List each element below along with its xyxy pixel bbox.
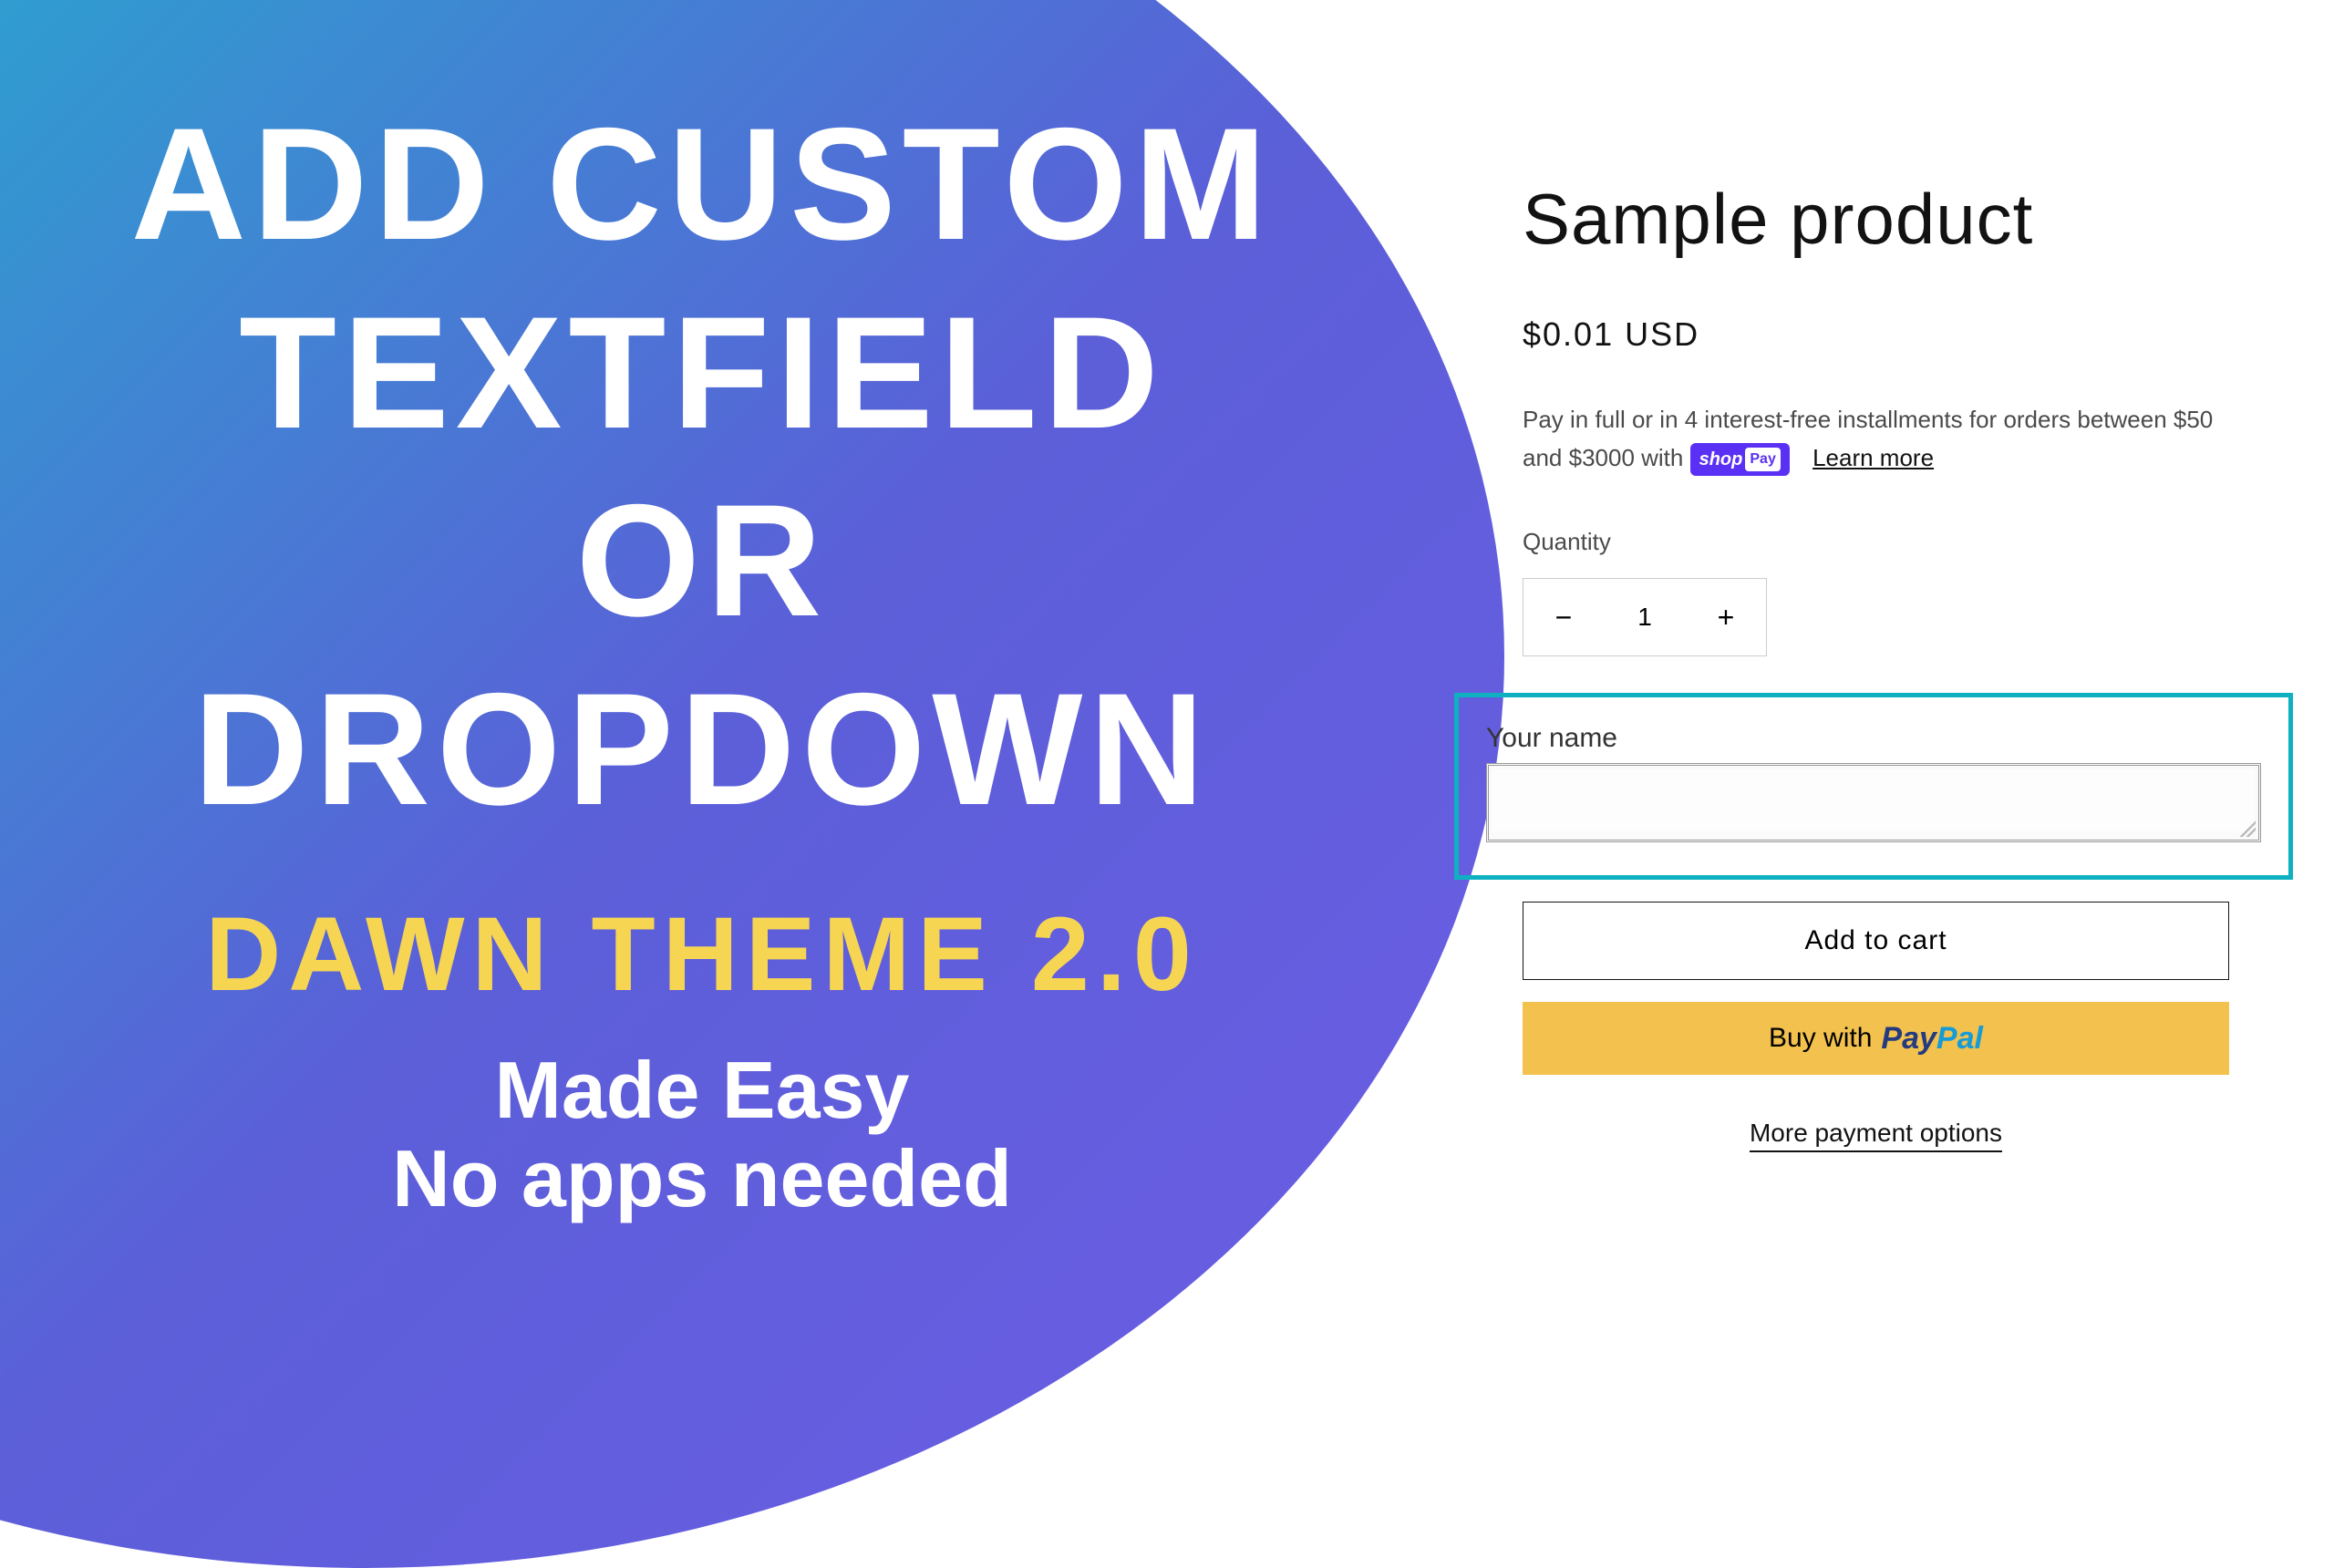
product-price: $0.01 USD bbox=[1523, 315, 2252, 354]
your-name-input[interactable] bbox=[1492, 769, 2255, 831]
plus-icon: + bbox=[1718, 601, 1735, 634]
custom-field-highlight: Your name bbox=[1454, 693, 2293, 880]
quantity-label: Quantity bbox=[1523, 528, 2252, 556]
quantity-stepper: − 1 + bbox=[1523, 578, 1767, 656]
paypal-logo: PayPal bbox=[1881, 1021, 1983, 1057]
promo-subhead-theme: DAWN THEME 2.0 bbox=[100, 894, 1304, 1015]
headline-line: DROPDOWN bbox=[100, 656, 1304, 845]
subhead-line: No apps needed bbox=[100, 1135, 1304, 1223]
minus-icon: − bbox=[1555, 601, 1573, 634]
product-title: Sample product bbox=[1523, 178, 2252, 261]
headline-line: ADD CUSTOM bbox=[100, 91, 1304, 280]
quantity-increase-button[interactable]: + bbox=[1686, 579, 1766, 655]
headline-line: OR bbox=[100, 468, 1304, 656]
headline-line: TEXTFIELD bbox=[100, 280, 1304, 469]
shop-pay-pay: Pay bbox=[1745, 448, 1780, 471]
shop-pay-badge: shop Pay bbox=[1690, 443, 1790, 476]
add-to-cart-button[interactable]: Add to cart bbox=[1523, 902, 2229, 980]
promo-headline: ADD CUSTOM TEXTFIELD OR DROPDOWN bbox=[100, 91, 1304, 844]
custom-field-label: Your name bbox=[1486, 723, 2261, 754]
more-payment-options-wrap: More payment options bbox=[1523, 1119, 2229, 1148]
buy-with-paypal-button[interactable]: Buy with PayPal bbox=[1523, 1002, 2229, 1075]
subhead-line: Made Easy bbox=[100, 1047, 1304, 1135]
more-payment-options-link[interactable]: More payment options bbox=[1750, 1119, 2002, 1152]
promo-subhead-easy: Made Easy No apps needed bbox=[100, 1047, 1304, 1223]
buy-with-text: Buy with bbox=[1769, 1023, 1872, 1054]
promo-content: ADD CUSTOM TEXTFIELD OR DROPDOWN DAWN TH… bbox=[100, 91, 1304, 1223]
product-panel: Sample product $0.01 USD Pay in full or … bbox=[1523, 178, 2252, 1148]
textarea-wrapper bbox=[1486, 763, 2261, 842]
shop-pay-shop: shop bbox=[1699, 445, 1743, 474]
paypal-pay-text: Pay bbox=[1881, 1021, 1936, 1056]
quantity-value[interactable]: 1 bbox=[1604, 603, 1686, 632]
installments-text: Pay in full or in 4 interest-free instal… bbox=[1523, 401, 2252, 477]
quantity-decrease-button[interactable]: − bbox=[1523, 579, 1604, 655]
resize-handle-icon[interactable] bbox=[2239, 820, 2256, 837]
paypal-pal-text: Pal bbox=[1936, 1021, 1983, 1056]
learn-more-link[interactable]: Learn more bbox=[1812, 444, 1934, 471]
